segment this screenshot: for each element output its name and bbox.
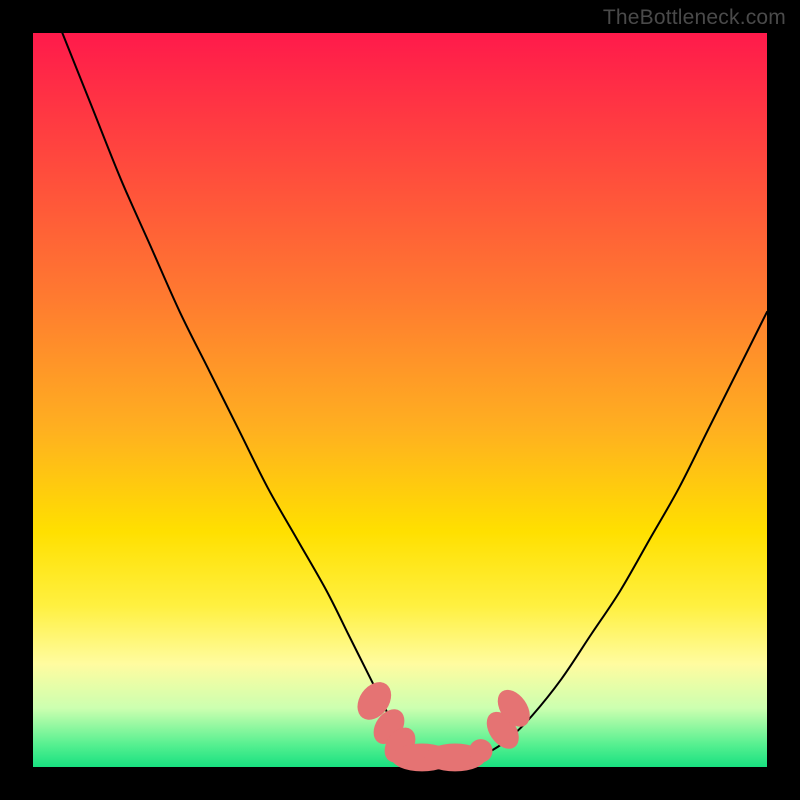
highlight-dot (469, 739, 492, 762)
chart-frame: TheBottleneck.com (0, 0, 800, 800)
bottleneck-curve-path (62, 33, 767, 760)
chart-plot-area (33, 33, 767, 767)
highlight-dots-group (350, 676, 536, 772)
curve-svg (33, 33, 767, 767)
watermark-text: TheBottleneck.com (603, 6, 786, 30)
